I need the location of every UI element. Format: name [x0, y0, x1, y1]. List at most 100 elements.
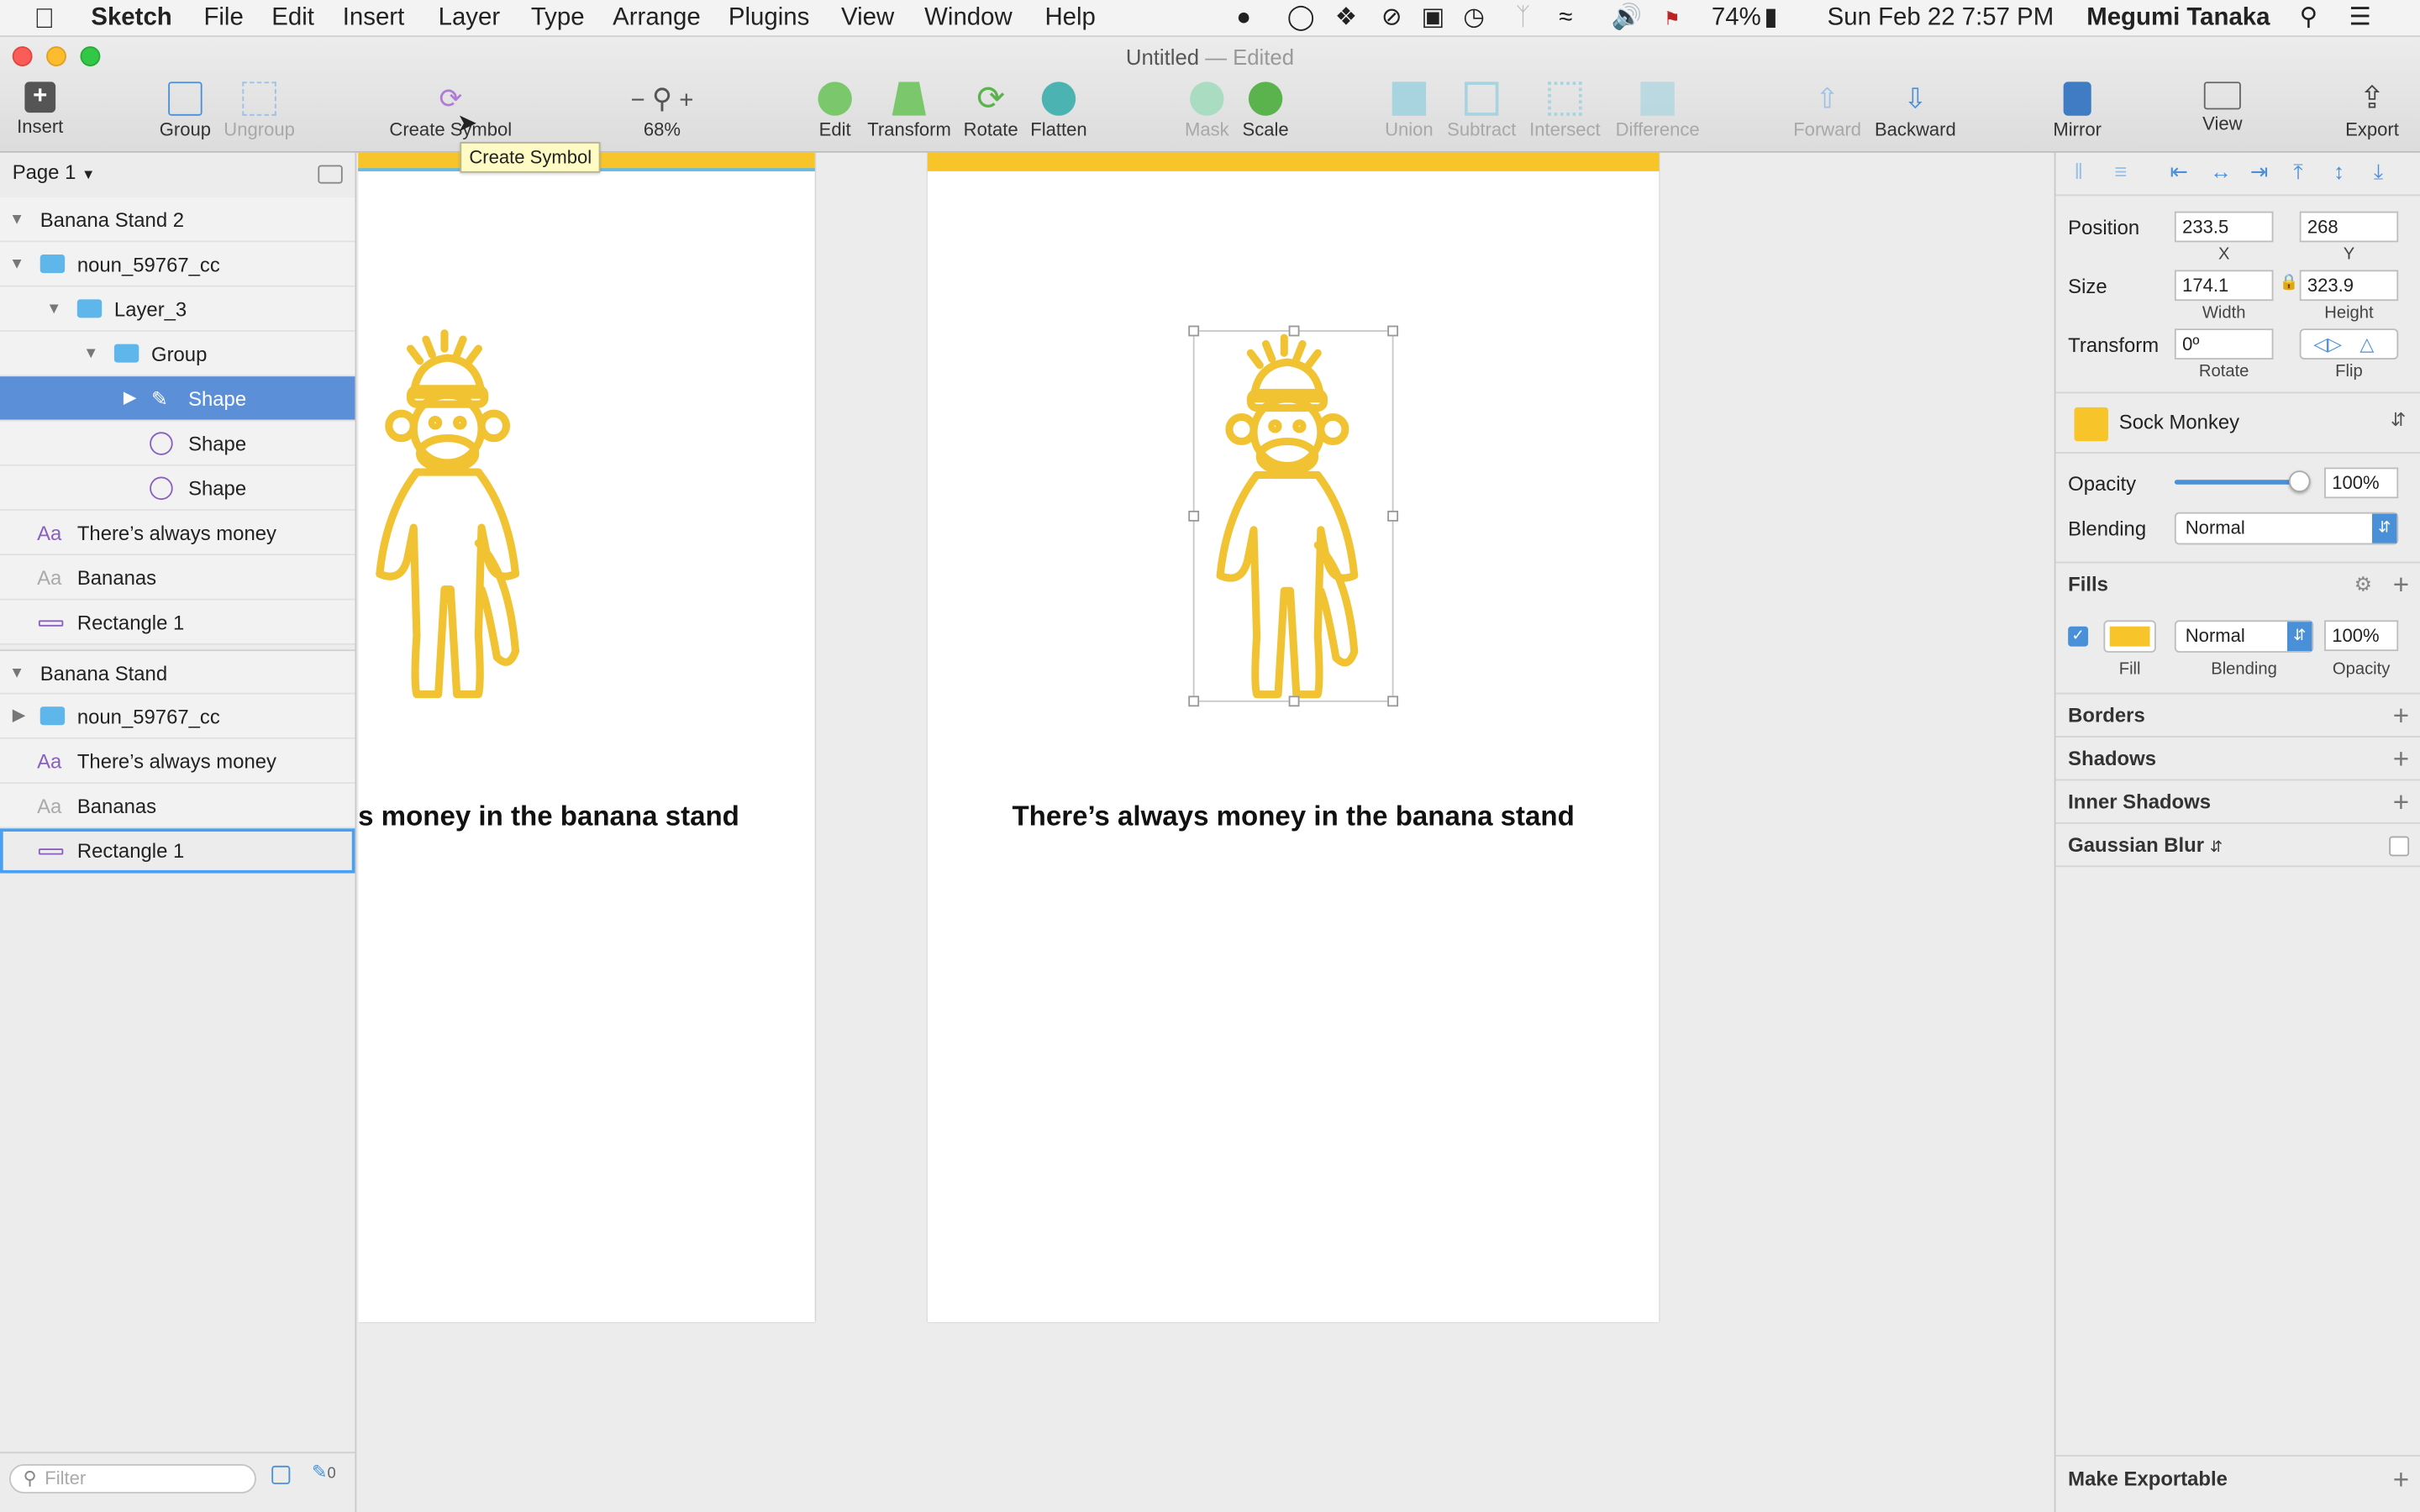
gaussian-blur-checkbox[interactable]	[2389, 836, 2410, 857]
artboard-banana-stand-2[interactable]: s money in the banana stand	[358, 152, 815, 1323]
export-button[interactable]: ⇪ Export	[2339, 81, 2404, 140]
create-symbol-button[interactable]: ⟳ Create Symbol	[386, 81, 515, 140]
flip-horizontal-icon[interactable]: ◁▷	[2313, 330, 2342, 358]
resize-handle[interactable]	[1188, 510, 1200, 522]
battery-icon[interactable]: ▮	[1764, 0, 1777, 37]
resize-handle[interactable]	[1387, 325, 1399, 337]
sock-monkey-icon[interactable]	[358, 327, 555, 705]
fill-enabled-checkbox[interactable]: ✓	[2068, 626, 2089, 647]
layer-row-folder[interactable]: ▼ Layer_3	[0, 286, 355, 332]
menu-file[interactable]: File	[203, 0, 243, 37]
menu-view[interactable]: View	[841, 0, 894, 37]
zoom-out-button[interactable]: −	[630, 88, 644, 114]
add-border-icon[interactable]: +	[2393, 695, 2409, 738]
add-shadow-icon[interactable]: +	[2393, 738, 2409, 780]
flip-vertical-icon[interactable]: △	[2360, 330, 2374, 358]
banner-rectangle[interactable]	[927, 152, 1660, 171]
width-field[interactable]: 174.1	[2174, 270, 2274, 302]
menu-help[interactable]: Help	[1044, 0, 1095, 37]
resize-handle[interactable]	[1387, 696, 1399, 707]
x-field[interactable]: 233.5	[2174, 211, 2274, 243]
align-middle-icon[interactable]: ↕	[2333, 159, 2344, 183]
transform-button[interactable]: Transform	[867, 81, 951, 140]
dropbox-icon[interactable]: ❖	[1335, 0, 1357, 37]
add-fill-icon[interactable]: +	[2393, 563, 2409, 606]
menu-layer[interactable]: Layer	[439, 0, 501, 37]
forward-button[interactable]: ⇧ Forward	[1791, 81, 1865, 140]
disclosure-closed-icon[interactable]: ▶	[13, 695, 26, 739]
resize-handle[interactable]	[1387, 510, 1399, 522]
search-icon[interactable]: ⚲	[2300, 0, 2318, 37]
insert-button[interactable]: + Insert	[9, 81, 71, 137]
menu-type[interactable]: Type	[531, 0, 585, 37]
menu-insert[interactable]: Insert	[343, 0, 404, 37]
align-center-icon[interactable]: ↔	[2210, 159, 2232, 183]
rotate-button[interactable]: ⟳ Rotate	[960, 81, 1021, 140]
bluetooth-icon[interactable]: ᛉ	[1516, 0, 1531, 37]
layer-row-shape[interactable]: Shape	[0, 421, 355, 466]
menu-arrange[interactable]: Arrange	[613, 0, 701, 37]
filter-input[interactable]: ⚲ Filter	[9, 1464, 256, 1494]
difference-button[interactable]: Difference	[1612, 81, 1704, 140]
mirror-button[interactable]: Mirror	[2046, 81, 2107, 140]
group-button[interactable]: Group	[155, 81, 216, 140]
disclosure-open-icon[interactable]: ▼	[9, 651, 24, 696]
scale-button[interactable]: Scale	[1238, 81, 1293, 140]
status-icon[interactable]: ●	[1236, 0, 1251, 37]
opacity-slider-knob[interactable]	[2288, 470, 2311, 492]
user-name[interactable]: Megumi Tanaka	[2086, 0, 2270, 37]
add-export-icon[interactable]: +	[2393, 1457, 2409, 1503]
resize-handle[interactable]	[1288, 696, 1300, 707]
layer-row-text[interactable]: Aa There’s always money	[0, 510, 355, 556]
backward-button[interactable]: ⇩ Backward	[1870, 81, 1960, 140]
layer-row-rectangle-hover[interactable]: Rectangle 1	[0, 828, 355, 874]
disclosure-open-icon[interactable]: ▼	[9, 242, 24, 286]
collapse-icon[interactable]	[318, 165, 343, 184]
apple-icon[interactable]: 	[34, 0, 55, 37]
zoom-control[interactable]: − ⚲ + 68%	[614, 81, 710, 140]
menu-edit[interactable]: Edit	[271, 0, 314, 37]
lock-icon[interactable]: 🔒	[2280, 275, 2299, 291]
volume-icon[interactable]: 🔊	[1612, 0, 1643, 37]
y-field[interactable]: 268	[2299, 211, 2399, 243]
align-top-icon[interactable]: ⤒	[2293, 159, 2302, 185]
fill-blending-select[interactable]: Normal ⇵	[2174, 620, 2314, 653]
canvas[interactable]: s money in the banana stand There’s alwa…	[358, 152, 2053, 1512]
layer-row-text[interactable]: Aa There’s always money	[0, 738, 355, 785]
edit-button[interactable]: Edit	[812, 81, 858, 140]
layer-row-text[interactable]: Aa Bananas	[0, 555, 355, 601]
blending-select[interactable]: Normal ⇵	[2174, 512, 2399, 545]
shared-style-selector[interactable]: Sock Monkey ⇵	[2055, 391, 2420, 454]
height-field[interactable]: 323.9	[2299, 270, 2399, 302]
menu-window[interactable]: Window	[924, 0, 1013, 37]
align-right-icon[interactable]: ⇥	[2250, 159, 2269, 185]
layer-row-folder[interactable]: ▶ noun_59767_cc	[0, 694, 355, 739]
evernote-icon[interactable]: ▣	[1422, 0, 1445, 37]
page-selector[interactable]: Page 1 ▼	[13, 160, 96, 184]
fill-color-well[interactable]	[2103, 620, 2156, 653]
layer-row-shape[interactable]: Shape	[0, 465, 355, 511]
intersect-button[interactable]: Intersect	[1522, 81, 1608, 140]
symbols-filter-icon[interactable]	[271, 1465, 291, 1484]
disclosure-closed-icon[interactable]: ▶	[124, 376, 137, 421]
add-inner-shadow-icon[interactable]: +	[2393, 780, 2409, 823]
union-button[interactable]: Union	[1380, 81, 1439, 140]
flag-icon[interactable]: ⚑	[1664, 0, 1681, 37]
opacity-slider[interactable]	[2174, 470, 2311, 492]
artboard-banana-stand[interactable]: There’s always money in the banana stand	[927, 152, 1660, 1323]
wifi-icon[interactable]: ≈	[1559, 0, 1572, 37]
gaussian-blur-label[interactable]: Gaussian Blur	[2068, 833, 2204, 857]
app-menu[interactable]: Sketch	[91, 0, 171, 37]
menu-plugins[interactable]: Plugins	[729, 0, 809, 37]
clock[interactable]: Sun Feb 22 7:57 PM	[1828, 0, 2054, 37]
disclosure-open-icon[interactable]: ▼	[83, 332, 98, 376]
ungroup-button[interactable]: Ungroup	[219, 81, 300, 140]
rotate-field[interactable]: 0º	[2174, 328, 2274, 360]
distribute-horizontal-icon[interactable]: ‖	[2075, 159, 2084, 183]
time-machine-icon[interactable]: ◷	[1463, 0, 1485, 37]
layer-row-rectangle[interactable]: Rectangle 1	[0, 600, 355, 645]
disclosure-open-icon[interactable]: ▼	[9, 197, 24, 242]
layer-row-group[interactable]: ▼ Group	[0, 331, 355, 377]
layer-row-artboard[interactable]: ▼ Banana Stand 2	[0, 197, 355, 243]
headline-text[interactable]: s money in the banana stand	[358, 801, 739, 833]
